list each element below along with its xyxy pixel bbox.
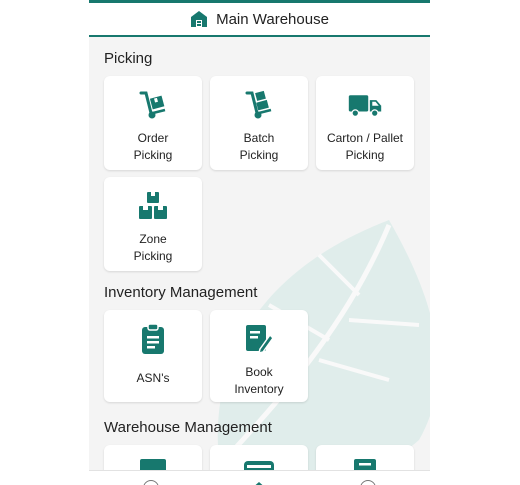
warehouse-name: Main Warehouse	[216, 10, 329, 28]
warehouse-header[interactable]: Main Warehouse	[89, 3, 430, 37]
boxes-stack-icon	[136, 189, 170, 223]
section-title-picking: Picking	[104, 50, 153, 67]
nav-tab-left-icon[interactable]	[143, 480, 159, 485]
asns-label: ASN's	[136, 371, 170, 385]
warehouse-icon	[190, 10, 208, 28]
clipboard-icon	[136, 322, 170, 356]
zone-picking-button[interactable]: Zone Picking	[104, 177, 202, 271]
truck-icon	[348, 88, 382, 122]
book-inventory-button[interactable]: Book Inventory	[210, 310, 308, 402]
carton-pallet-picking-button[interactable]: Carton / Pallet Picking	[316, 76, 414, 170]
section-title-warehouse: Warehouse Management	[104, 419, 272, 436]
section-title-inventory: Inventory Management	[104, 284, 258, 301]
hand-truck-boxes-icon	[242, 88, 276, 122]
bottom-navigation	[89, 470, 430, 485]
batch-picking-label: Batch Picking	[239, 131, 279, 162]
order-picking-button[interactable]: Order Picking	[104, 76, 202, 170]
zone-picking-label: Zone Picking	[133, 232, 173, 263]
app-screen: Main Warehouse Picking Order Picking Bat…	[89, 0, 430, 485]
edit-document-icon	[242, 322, 276, 356]
book-inventory-label: Book Inventory	[234, 365, 284, 396]
order-picking-label: Order Picking	[133, 131, 173, 162]
hand-truck-box-icon	[136, 88, 170, 122]
asns-button[interactable]: ASN's	[104, 310, 202, 402]
batch-picking-button[interactable]: Batch Picking	[210, 76, 308, 170]
nav-tab-right-icon[interactable]	[360, 480, 376, 485]
carton-pallet-picking-label: Carton / Pallet Picking	[326, 131, 404, 162]
nav-tab-home-icon[interactable]	[250, 480, 268, 485]
